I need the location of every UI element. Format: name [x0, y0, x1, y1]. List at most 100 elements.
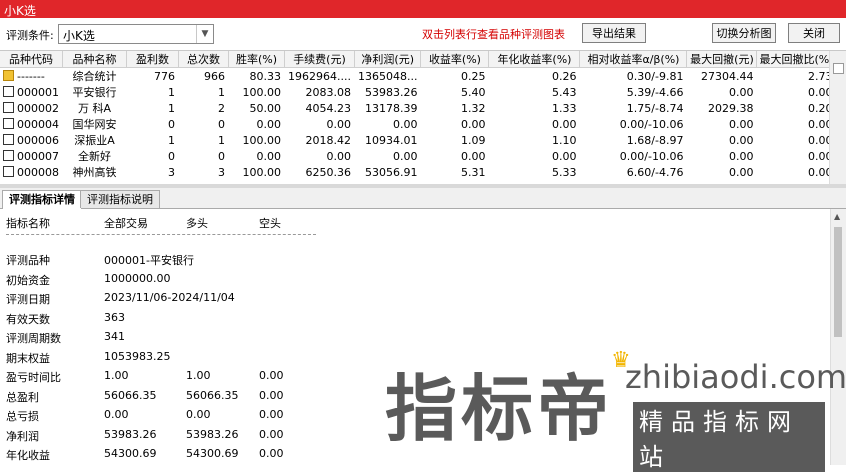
column-header[interactable]: 年化收益率(%): [488, 51, 581, 68]
cell-name: 平安银行: [72, 86, 117, 99]
column-header[interactable]: 总次数: [178, 51, 229, 68]
cell-ret: 1.09: [460, 133, 486, 147]
table-row[interactable]: 000004 国华网安 0 0 0.00 0.00 0.00 0.00 0.00 0.00/-10…: [0, 116, 836, 132]
cell-rate: 100.00: [242, 85, 282, 99]
cell-code-text: 000001: [17, 85, 59, 99]
scroll-thumb[interactable]: [834, 227, 842, 337]
cell-ret: 5.40: [460, 85, 486, 99]
cell-profit: 53056.91: [364, 165, 418, 179]
cell-ddr: 0.00: [808, 165, 833, 179]
checkbox-icon[interactable]: [3, 117, 14, 129]
detail-v1: 0.00: [104, 408, 129, 421]
window-title: 小K选: [4, 4, 36, 18]
cell-fee: 0.00: [326, 117, 351, 131]
detail-scrollbar[interactable]: ▲: [830, 209, 846, 465]
cell-code-text: -------: [17, 69, 45, 83]
column-header[interactable]: 相对收益率α/β(%): [579, 51, 688, 68]
cell-name: 综合统计: [72, 70, 117, 83]
cell-dd: 0.00: [728, 133, 754, 147]
chevron-down-icon[interactable]: ▼: [196, 25, 213, 43]
checkbox-icon[interactable]: [3, 101, 14, 113]
column-header[interactable]: 手续费(元): [284, 51, 355, 68]
cell-win: 1: [168, 101, 175, 115]
detail-col-long: 多头: [186, 217, 208, 230]
tab-indicator-notes[interactable]: 评测指标说明: [80, 190, 160, 208]
table-row[interactable]: 000001 平安银行 1 1 100.00 2083.08 53983.26 5.40 5.4…: [0, 84, 836, 100]
cell-code: 000006: [0, 132, 63, 148]
checkbox-icon[interactable]: [3, 149, 14, 161]
cell-profit: 0.00: [392, 149, 418, 163]
detail-v2: 0.00: [186, 408, 211, 421]
cell-win: 1: [168, 85, 175, 99]
column-header[interactable]: 最大回撤比(%): [756, 51, 837, 68]
cell-rate: 0.00: [256, 149, 282, 163]
cell-win: 3: [168, 165, 175, 179]
column-header[interactable]: 盈利数: [126, 51, 179, 68]
title-bar: 小K选: [0, 0, 846, 18]
cell-ddr: 2.73: [808, 69, 833, 83]
cell-dd: 0.00: [728, 165, 754, 179]
table-row[interactable]: 000006 深振业A 1 1 100.00 2018.42 10934.01 1.09 1.1…: [0, 132, 836, 148]
cell-rate: 0.00: [256, 117, 282, 131]
detail-v2: 1.00: [186, 369, 211, 382]
detail-v3: 0.00: [259, 408, 284, 421]
table-row[interactable]: ------- 综合统计 776 966 80.33 1962964.... 1365048…: [0, 68, 836, 85]
table-header: 品种代码 品种名称 盈利数 总次数 胜率(%) 手续费(元) 净利润(元) 收益率(%) 年化收…: [0, 51, 837, 68]
scroll-up-icon[interactable]: ▲: [834, 212, 840, 221]
cell-code: 000001: [0, 84, 63, 100]
tab-bar: 评测指标详情 评测指标说明: [0, 188, 846, 209]
checkbox-icon[interactable]: [3, 85, 14, 97]
column-header[interactable]: 品种名称: [62, 51, 127, 68]
cell-rate: 80.33: [249, 69, 282, 83]
cell-code-text: 000004: [17, 117, 59, 131]
cell-fee: 0.00: [326, 149, 351, 163]
switch-chart-button[interactable]: 切换分析图: [712, 23, 776, 43]
cell-total: 1: [218, 133, 225, 147]
cell-code: 000008: [0, 164, 63, 180]
cell-profit: 0.00: [392, 117, 418, 131]
cell-profit: 1365048...: [357, 69, 418, 83]
cell-ddr: 0.00: [808, 133, 833, 147]
cell-name: 神州高铁: [72, 166, 117, 179]
detail-label: 盈亏时间比: [6, 371, 61, 384]
table-scrollbar[interactable]: [829, 51, 846, 184]
column-header[interactable]: 净利润(元): [354, 51, 422, 68]
cell-win: 776: [154, 69, 175, 83]
cell-profit: 10934.01: [364, 133, 418, 147]
cell-dd: 0.00: [728, 85, 754, 99]
table-row[interactable]: 000008 神州高铁 3 3 100.00 6250.36 53056.91 5.31 5.3…: [0, 164, 836, 180]
detail-v3: 0.00: [259, 427, 284, 441]
detail-v1: 1000000.00: [104, 271, 171, 285]
detail-label: 评测周期数: [6, 332, 61, 345]
table-row[interactable]: 000007 全新好 0 0 0.00 0.00 0.00 0.00 0.00 0.00/-10.…: [0, 148, 836, 164]
close-button[interactable]: 关闭: [788, 23, 840, 43]
table-row[interactable]: 000002 万 科A 1 2 50.00 4054.23 13178.39 1.32 1.33…: [0, 100, 836, 116]
export-button[interactable]: 导出结果: [582, 23, 646, 43]
cell-annual: 1.33: [551, 101, 577, 115]
cell-ddr: 0.00: [808, 85, 833, 99]
detail-v3: 0.00: [259, 447, 284, 460]
column-header[interactable]: 胜率(%): [228, 51, 285, 68]
cell-total: 1: [218, 85, 225, 99]
cell-annual: 0.00: [551, 117, 577, 131]
detail-v1: 53983.26: [104, 427, 157, 441]
detail-v3: 0.00: [259, 388, 284, 402]
cell-name: 深振业A: [74, 134, 115, 147]
cell-code: 000004: [0, 116, 63, 132]
column-header[interactable]: 最大回撤(元): [686, 51, 758, 68]
cell-fee: 2018.42: [305, 133, 351, 147]
column-header[interactable]: 收益率(%): [420, 51, 490, 68]
tab-indicator-details[interactable]: 评测指标详情: [2, 190, 82, 209]
summary-icon[interactable]: [3, 69, 14, 81]
cell-code-text: 000007: [17, 149, 59, 163]
condition-select[interactable]: 小K选 ▼: [58, 24, 214, 44]
scroll-thumb[interactable]: [833, 63, 844, 74]
detail-label: 评测品种: [6, 254, 50, 267]
cell-code: 000002: [0, 100, 63, 116]
detail-v1: 1.00: [104, 369, 129, 382]
checkbox-icon[interactable]: [3, 133, 14, 145]
results-table: 品种代码 品种名称 盈利数 总次数 胜率(%) 手续费(元) 净利润(元) 收益率(%) 年化收…: [0, 50, 846, 185]
column-header[interactable]: 品种代码: [0, 51, 63, 68]
checkbox-icon[interactable]: [3, 165, 14, 177]
detail-v2: 53983.26: [186, 427, 239, 441]
